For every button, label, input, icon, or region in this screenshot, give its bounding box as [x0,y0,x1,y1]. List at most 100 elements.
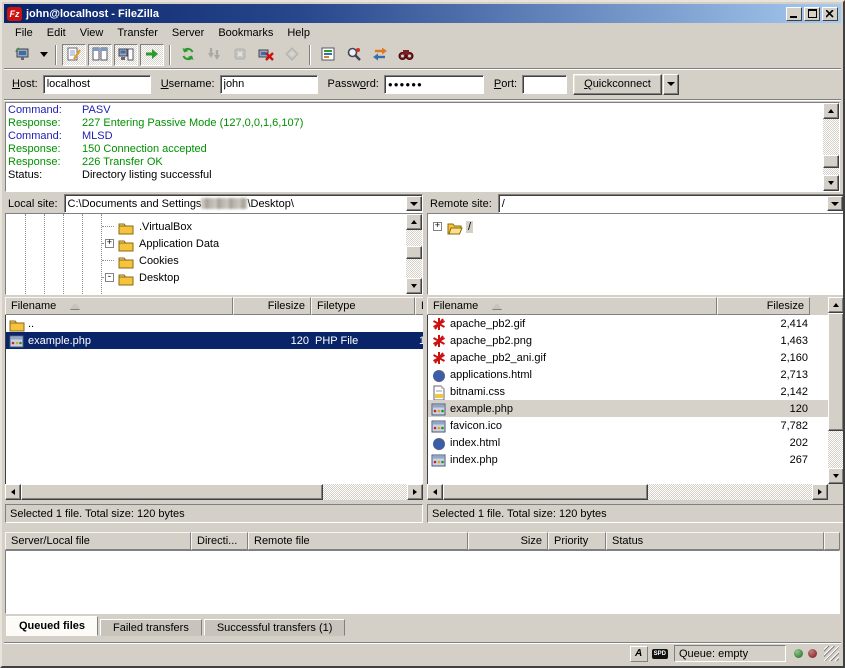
filter-button[interactable] [316,44,340,66]
scroll-right-button[interactable] [812,484,828,500]
toggle-local-tree-button[interactable] [88,44,112,66]
chevron-down-icon[interactable] [827,196,843,211]
scroll-thumb[interactable] [828,313,844,431]
column-header-filename[interactable]: Filename [5,297,233,315]
file-row[interactable]: example.php120 [428,400,828,417]
file-row[interactable]: apache_pb2.png1,463 [428,332,828,349]
menu-edit[interactable]: Edit [40,25,73,41]
scroll-thumb[interactable] [443,484,648,500]
scroll-left-button[interactable] [5,484,21,500]
local-tree-item[interactable]: +Application Data [6,235,406,252]
maximize-button[interactable] [804,7,820,21]
file-row[interactable]: .. [6,315,423,332]
disconnect-button[interactable] [254,44,278,66]
queue-column-directi-[interactable]: Directi... [191,532,248,550]
find-files-button[interactable] [394,44,418,66]
column-header-filesize[interactable]: Filesize [717,297,810,315]
column-header-l[interactable]: L [415,297,423,315]
scroll-up-button[interactable] [406,214,422,230]
data-type-indicator-icon[interactable]: A [630,646,648,662]
column-header-filename[interactable]: Filename [427,297,717,315]
menu-file[interactable]: File [8,25,40,41]
menu-transfer[interactable]: Transfer [110,25,165,41]
username-input[interactable] [220,75,318,94]
message-log-scrollbar[interactable] [823,103,839,191]
apache-icon [431,334,447,348]
local-list-hscrollbar[interactable] [5,484,423,500]
queue-column-remote-file[interactable]: Remote file [248,532,468,550]
column-header-filesize[interactable]: Filesize [233,297,311,315]
tab-failed-transfers[interactable]: Failed transfers [100,619,202,636]
queue-column-server-local-file[interactable]: Server/Local file [5,532,191,550]
scroll-up-button[interactable] [823,103,839,119]
remote-tree-item[interactable]: +/ [428,218,843,235]
scroll-thumb[interactable] [823,155,839,168]
directory-comparison-button[interactable] [342,44,366,66]
remote-site-combo[interactable]: / [498,194,844,213]
file-row[interactable]: index.php267 [428,451,828,468]
queue-column-size[interactable]: Size [468,532,548,550]
scroll-down-button[interactable] [823,175,839,191]
port-input[interactable] [522,75,567,94]
menu-view[interactable]: View [73,25,111,41]
local-tree-item[interactable]: Cookies [6,252,406,269]
menu-help[interactable]: Help [280,25,317,41]
column-header-filetype[interactable]: Filetype [311,297,415,315]
scroll-left-button[interactable] [427,484,443,500]
local-tree-scrollbar[interactable] [406,214,422,294]
remote-list-scrollbar[interactable] [828,297,844,484]
local-site-combo[interactable]: C:\Documents and Settings\Desktop\ [64,194,423,213]
site-manager-icon [15,46,31,65]
password-input[interactable] [384,75,484,94]
scroll-up-button[interactable] [828,297,844,313]
scroll-thumb[interactable] [21,484,323,500]
toggle-remote-tree-button[interactable] [114,44,138,66]
find-files-icon [398,46,414,65]
file-row[interactable]: applications.html2,713 [428,366,828,383]
remote-list-hscrollbar[interactable] [427,484,828,500]
toggle-message-log-button[interactable] [62,44,86,66]
quickconnect-button[interactable]: Quickconnect [573,74,662,95]
local-tree-item[interactable]: -Desktop [6,269,406,286]
apache-icon [431,351,447,365]
site-manager-dropdown-button[interactable] [37,44,50,66]
file-row[interactable]: bitnami.css2,142 [428,383,828,400]
folder-icon [118,237,134,251]
collapse-icon[interactable]: - [105,273,114,282]
queue-column-status[interactable]: Status [606,532,824,550]
file-row[interactable]: index.html202 [428,434,828,451]
file-row[interactable]: favicon.ico7,782 [428,417,828,434]
scroll-thumb[interactable] [406,246,422,259]
resize-grip[interactable] [824,646,839,661]
menu-bookmarks[interactable]: Bookmarks [211,25,280,41]
queue-column-priority[interactable]: Priority [548,532,606,550]
host-input[interactable] [43,75,151,94]
refresh-button[interactable] [176,44,200,66]
scroll-down-button[interactable] [406,278,422,294]
scroll-down-button[interactable] [828,468,844,484]
toggle-queue-button[interactable] [140,44,164,66]
remote-tree-panel: +/ [427,213,844,295]
log-line: Command:PASV [8,104,821,117]
close-button[interactable] [822,7,838,21]
quickconnect-dropdown[interactable] [663,74,679,95]
scroll-right-button[interactable] [407,484,423,500]
menu-server[interactable]: Server [165,25,211,41]
file-row[interactable]: apache_pb2.gif2,414 [428,315,828,332]
local-tree-item[interactable]: .VirtualBox [6,218,406,235]
log-line: Status:Directory listing successful [8,169,821,182]
tab-successful-transfers-1-[interactable]: Successful transfers (1) [204,619,346,636]
expand-icon[interactable]: + [433,222,442,231]
file-row[interactable]: apache_pb2_ani.gif2,160 [428,349,828,366]
chevron-down-icon[interactable] [406,196,422,211]
expand-icon[interactable]: + [105,239,114,248]
minimize-button[interactable] [786,7,802,21]
tab-queued-files[interactable]: Queued files [6,616,98,636]
folder-icon [118,271,134,285]
synchronized-browsing-button[interactable] [368,44,392,66]
speed-limit-icon[interactable]: SPD [652,649,668,659]
site-manager-button[interactable] [11,44,35,66]
file-row[interactable]: example.php120PHP File1 [6,332,423,349]
window-title: john@localhost - FileZilla [26,8,784,20]
remote-site-bar: Remote site: / [427,194,844,213]
